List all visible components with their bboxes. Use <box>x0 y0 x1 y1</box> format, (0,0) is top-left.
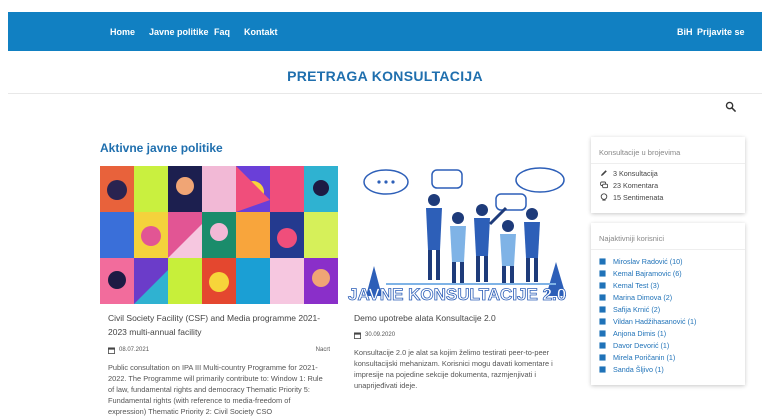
nav-contact-link[interactable]: Kontakt <box>244 27 278 37</box>
policy-card-description: Public consultation on IPA III Multi-cou… <box>108 363 323 416</box>
comments-icon <box>600 181 608 189</box>
stats-panel-divider <box>591 163 745 164</box>
active-user-name[interactable]: Safija Krnić (2) <box>613 305 660 314</box>
user-icon <box>599 294 606 301</box>
nav-home-link[interactable]: Home <box>110 27 135 37</box>
policy-card-status: Nacrt <box>315 347 330 353</box>
active-user-name[interactable]: Davor Devorić (1) <box>613 341 669 350</box>
policy-card-meta: 08.07.2021 Nacrt <box>108 346 330 356</box>
active-users-divider <box>591 249 745 250</box>
policy-card-meta: 30.09.2020 <box>354 331 576 341</box>
stats-panel-title: Konsultacije u brojevima <box>599 148 681 157</box>
policy-card-description: Konsultacije 2.0 je alat sa kojim želimo… <box>354 348 553 390</box>
active-users-panel: Najaktivniji korisnici Miroslav Radović … <box>591 223 745 385</box>
nav-policies-link[interactable]: Javne politike <box>149 27 209 37</box>
policy-card-date: 30.09.2020 <box>365 332 396 338</box>
active-user-name[interactable]: Kemal Test (3) <box>613 281 659 290</box>
active-user-name[interactable]: Marina Dimova (2) <box>613 293 672 302</box>
calendar-icon <box>354 332 361 339</box>
policy-card[interactable]: JAVNE KONSULTACIJE 2.0 Demo upotrebe ala… <box>346 166 584 416</box>
stats-panel: Konsultacije u brojevima 3 Konsultacija … <box>591 137 745 213</box>
sentiment-icon <box>600 193 608 201</box>
policy-card[interactable]: Civil Society Facility (CSF) and Media p… <box>100 166 338 416</box>
user-icon <box>599 354 606 361</box>
active-user-name[interactable]: Sanda Šljivo (1) <box>613 365 664 374</box>
user-icon <box>599 270 606 277</box>
section-heading: Aktivne javne politike <box>100 141 223 155</box>
stat-label: 15 Sentimenata <box>613 193 664 202</box>
stat-label: 3 Konsultacija <box>613 169 658 178</box>
calendar-icon <box>108 347 115 354</box>
user-icon <box>599 366 606 373</box>
active-user-name[interactable]: Vildan Hadžihasanović (1) <box>613 317 696 326</box>
user-icon <box>599 306 606 313</box>
pencil-icon <box>601 170 607 176</box>
policy-card-title[interactable]: Demo upotrebe alata Konsultacije 2.0 <box>354 311 576 325</box>
user-icon <box>599 318 606 325</box>
nav-faq-link[interactable]: Faq <box>214 27 230 37</box>
user-icon <box>599 258 606 265</box>
user-icon <box>599 330 606 337</box>
login-link[interactable]: Prijavite se <box>697 27 745 37</box>
active-user-name[interactable]: Mirela Poričanin (1) <box>613 353 675 362</box>
active-user-name[interactable]: Anjona Dimis (1) <box>613 329 666 338</box>
active-user-name[interactable]: Miroslav Radović (10) <box>613 257 683 266</box>
banner-title: JAVNE KONSULTACIJE 2.0 <box>348 285 566 304</box>
policy-card-image <box>100 166 338 304</box>
page-title: PRETRAGA KONSULTACIJA <box>287 68 483 84</box>
active-users-title: Najaktivniji korisnici <box>599 234 665 243</box>
language-switch-link[interactable]: BiH <box>677 27 693 37</box>
active-user-name[interactable]: Kemal Bajramovic (6) <box>613 269 682 278</box>
policy-card-date: 08.07.2021 <box>119 347 150 353</box>
user-icon <box>599 342 606 349</box>
user-icon <box>599 282 606 289</box>
title-divider <box>8 93 762 94</box>
policy-card-title[interactable]: Civil Society Facility (CSF) and Media p… <box>108 311 330 339</box>
policy-card-image: JAVNE KONSULTACIJE 2.0 <box>346 166 584 304</box>
search-icon[interactable] <box>725 101 736 112</box>
top-navbar: Home Javne politike Faq Kontakt BiH Prij… <box>8 12 762 51</box>
stat-label: 23 Komentara <box>613 181 659 190</box>
